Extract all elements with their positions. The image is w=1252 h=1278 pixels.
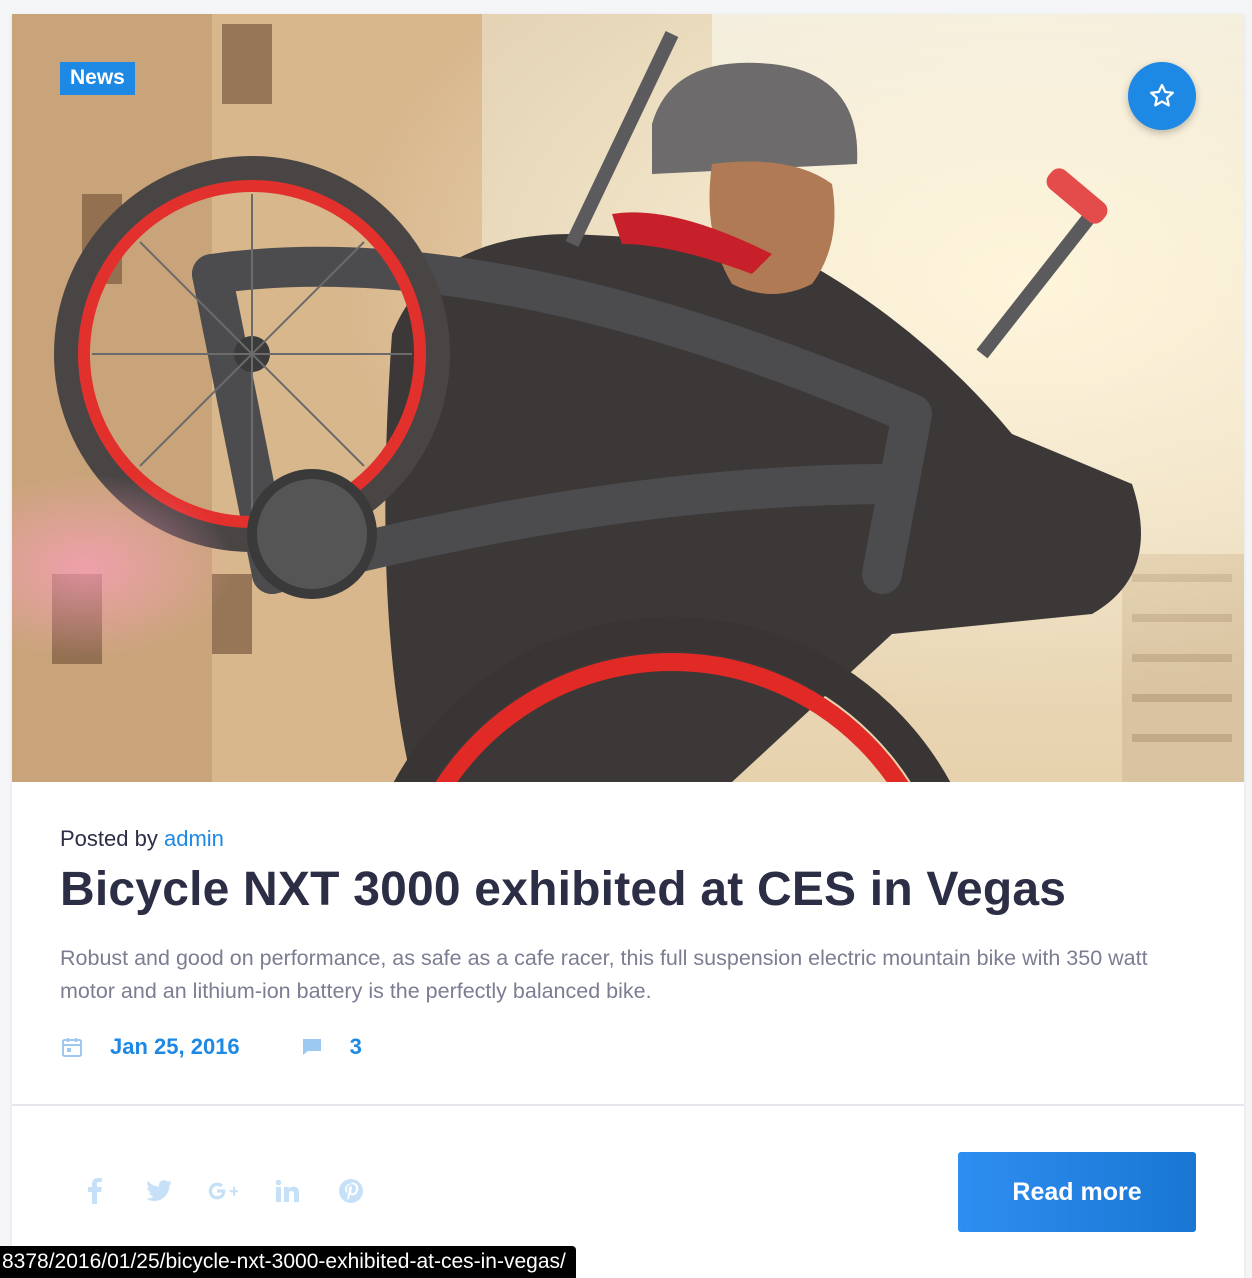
comments-count[interactable]: 3 (350, 1034, 362, 1060)
posted-by-prefix: Posted by (60, 826, 158, 851)
pinterest-icon[interactable] (336, 1176, 366, 1206)
star-outline-icon (1150, 83, 1174, 107)
category-badge[interactable]: News (60, 62, 135, 95)
browser-status-bar-url: 8378/2016/01/25/bicycle-nxt-3000-exhibit… (0, 1246, 576, 1278)
post-hero-image[interactable]: News (12, 14, 1244, 782)
google-plus-icon[interactable] (208, 1176, 238, 1206)
twitter-icon[interactable] (144, 1176, 174, 1206)
linkedin-icon[interactable] (272, 1176, 302, 1206)
social-share-bar (80, 1176, 366, 1206)
author-link[interactable]: admin (164, 826, 224, 851)
post-excerpt: Robust and good on performance, as safe … (60, 946, 1148, 1003)
post-card: News Posted by admin Bicycle NXT 3000 ex… (12, 14, 1244, 1278)
hero-illustration (12, 14, 1244, 782)
post-title[interactable]: Bicycle NXT 3000 exhibited at CES in Veg… (60, 862, 1066, 917)
post-date[interactable]: Jan 25, 2016 (110, 1034, 240, 1060)
posted-by: Posted by admin (60, 826, 224, 852)
favorite-button[interactable] (1128, 62, 1196, 130)
read-more-button[interactable]: Read more (958, 1152, 1196, 1232)
calendar-icon (62, 1038, 82, 1057)
card-divider (12, 1104, 1244, 1106)
facebook-icon[interactable] (80, 1176, 110, 1206)
comment-icon (302, 1039, 321, 1055)
post-meta: Jan 25, 2016 3 (60, 1034, 362, 1060)
